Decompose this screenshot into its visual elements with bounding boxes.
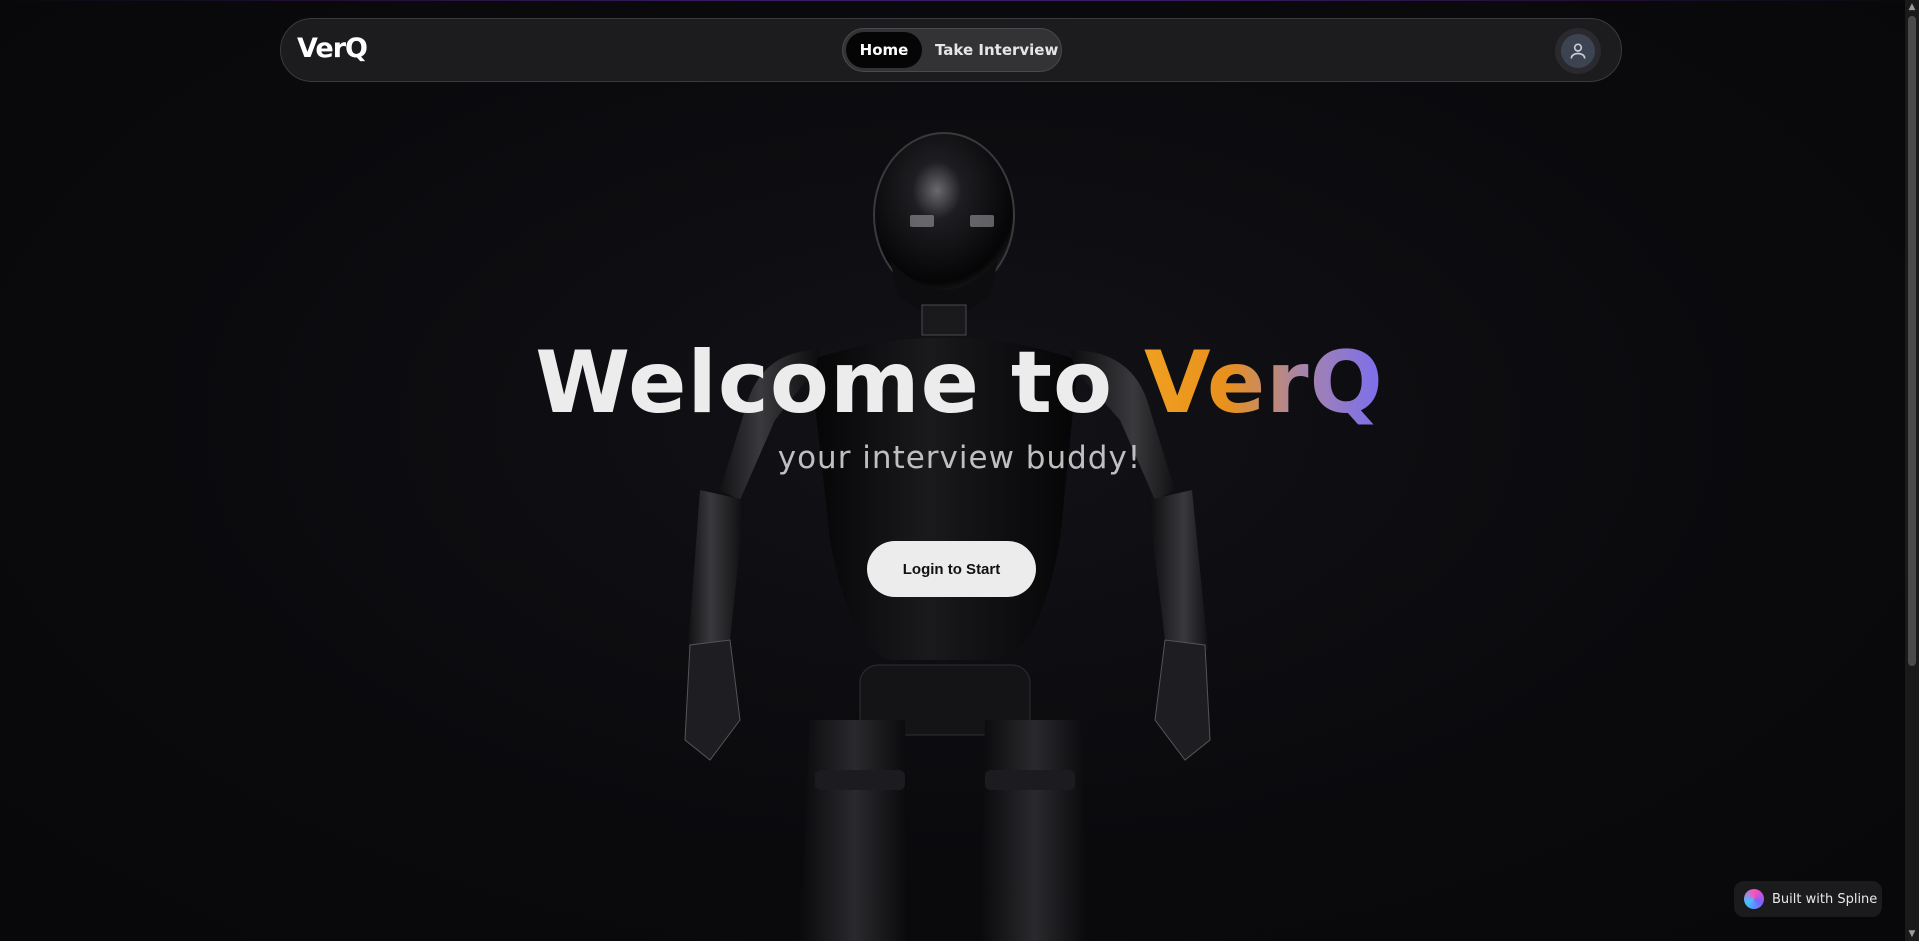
nav-item-take-interview[interactable]: Take Interview	[935, 32, 1058, 68]
navbar: VerQ Home Take Interview	[280, 18, 1622, 82]
chevron-down-icon[interactable]: ▼	[1905, 927, 1919, 941]
logo[interactable]: VerQ	[297, 33, 368, 64]
spline-badge-label: Built with Spline	[1772, 891, 1878, 907]
built-with-spline-badge[interactable]: Built with Spline	[1734, 881, 1882, 917]
nav-tabs: Home Take Interview	[842, 28, 1062, 72]
hero-title-prefix: Welcome to	[535, 333, 1144, 433]
profile-button[interactable]	[1555, 28, 1601, 74]
user-icon	[1570, 43, 1586, 59]
page: VerQ Home Take Interview Welcome to VerQ…	[0, 0, 1919, 941]
avatar	[1561, 34, 1595, 68]
login-button[interactable]: Login to Start	[867, 541, 1036, 597]
scroll-thumb[interactable]	[1908, 16, 1916, 666]
chevron-up-icon[interactable]: ▲	[1905, 0, 1919, 14]
hero-title-brand: VerQ	[1143, 333, 1384, 433]
nav-item-home[interactable]: Home	[846, 32, 922, 68]
spline-logo-icon	[1744, 889, 1764, 909]
hero-title: Welcome to VerQ	[0, 333, 1919, 433]
scrollbar[interactable]: ▲ ▼	[1905, 0, 1919, 941]
top-glow	[0, 0, 1919, 1]
robot-illustration	[684, 132, 1211, 941]
hero-subtitle: your interview buddy!	[777, 440, 1142, 476]
